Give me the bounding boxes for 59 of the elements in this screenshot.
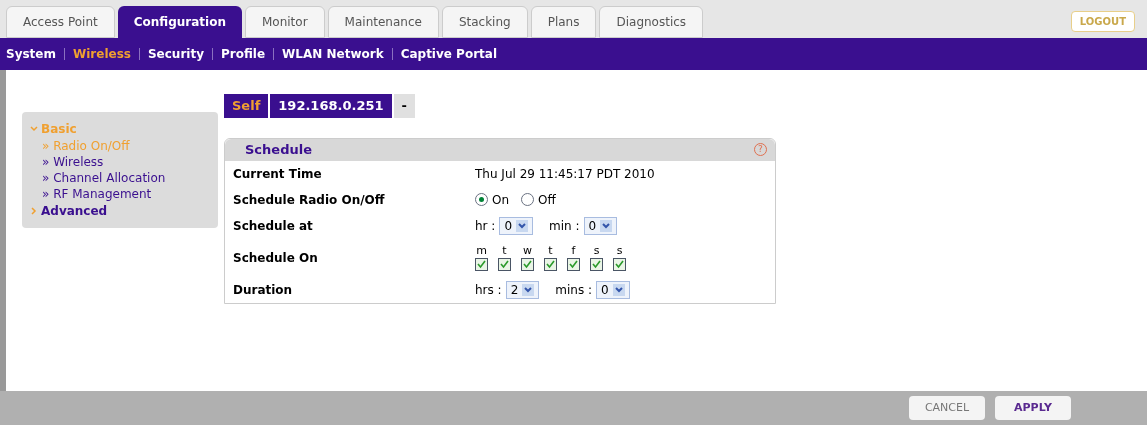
sidebar-item[interactable]: » Wireless bbox=[30, 154, 218, 170]
day-label: w bbox=[523, 244, 532, 256]
field-label: Schedule Radio On/Off bbox=[232, 191, 386, 209]
chevron-right-icon bbox=[30, 207, 38, 215]
select-label: min : bbox=[549, 217, 580, 235]
nav-tab[interactable]: Plans bbox=[530, 6, 597, 38]
day-label: t bbox=[548, 244, 553, 256]
subnav-link[interactable]: Profile bbox=[221, 45, 266, 63]
nav-tab[interactable]: Monitor bbox=[245, 6, 325, 38]
field-label: Current Time bbox=[232, 165, 323, 183]
radio-option[interactable]: Off bbox=[521, 190, 556, 209]
radio-option[interactable]: On bbox=[475, 190, 510, 209]
day-label: s bbox=[593, 244, 600, 256]
day-checkbox[interactable] bbox=[567, 257, 580, 271]
chevron-down-icon bbox=[30, 125, 38, 133]
day-checkbox[interactable] bbox=[521, 257, 534, 271]
dropdown-caret-icon bbox=[600, 219, 613, 232]
nav-tab[interactable]: Diagnostics bbox=[599, 6, 704, 38]
dropdown-caret-icon bbox=[612, 283, 625, 296]
dropdown-select[interactable]: 2 bbox=[505, 280, 540, 299]
nav-tab[interactable]: Configuration bbox=[117, 6, 242, 38]
select-label: hr : bbox=[475, 217, 496, 235]
self-label: Self bbox=[224, 94, 269, 118]
ip-address: 192.168.0.251 bbox=[270, 94, 392, 118]
sidebar-section[interactable]: Advanced bbox=[30, 202, 108, 220]
day-label: s bbox=[616, 244, 623, 256]
current-time-value: Thu Jul 29 11:45:17 PDT 2010 bbox=[475, 166, 655, 181]
device-dropdown[interactable]: - bbox=[393, 94, 415, 118]
sidebar-item[interactable]: » RF Management bbox=[30, 186, 218, 202]
day-label: t bbox=[502, 244, 507, 256]
day-checkbox[interactable] bbox=[498, 257, 511, 271]
subnav-link[interactable]: Security bbox=[147, 45, 204, 63]
day-checkbox[interactable] bbox=[544, 257, 557, 271]
dropdown-select[interactable]: 0 bbox=[596, 280, 630, 299]
subnav-link[interactable]: Captive Portal bbox=[400, 45, 498, 63]
nav-tab[interactable]: Stacking bbox=[441, 6, 528, 38]
sidebar-item[interactable]: » Channel Allocation bbox=[30, 170, 218, 186]
dropdown-select[interactable]: 0 bbox=[583, 216, 618, 235]
day-label: f bbox=[571, 244, 576, 256]
subnav-link[interactable]: Wireless bbox=[73, 45, 131, 63]
nav-tab[interactable]: Access Point bbox=[6, 6, 115, 38]
apply-button[interactable]: APPLY bbox=[995, 396, 1071, 420]
cancel-button[interactable]: CANCEL bbox=[909, 396, 985, 420]
subnav-link[interactable]: WLAN Network bbox=[282, 45, 384, 63]
field-label: Schedule On bbox=[232, 249, 319, 267]
dropdown-caret-icon bbox=[522, 283, 535, 296]
select-label: hrs : bbox=[475, 281, 502, 299]
field-label: Duration bbox=[232, 281, 294, 299]
dropdown-select[interactable]: 0 bbox=[499, 216, 534, 235]
dropdown-caret-icon bbox=[516, 219, 529, 232]
day-checkbox[interactable] bbox=[613, 257, 626, 271]
select-label: mins : bbox=[555, 281, 593, 299]
subnav-link[interactable]: System bbox=[6, 45, 56, 63]
nav-tab[interactable]: Maintenance bbox=[327, 6, 439, 38]
day-checkbox[interactable] bbox=[590, 257, 603, 271]
day-checkbox[interactable] bbox=[475, 257, 488, 271]
panel-title: Schedule bbox=[244, 140, 312, 159]
day-label: m bbox=[476, 244, 487, 256]
field-label: Schedule at bbox=[232, 217, 314, 235]
